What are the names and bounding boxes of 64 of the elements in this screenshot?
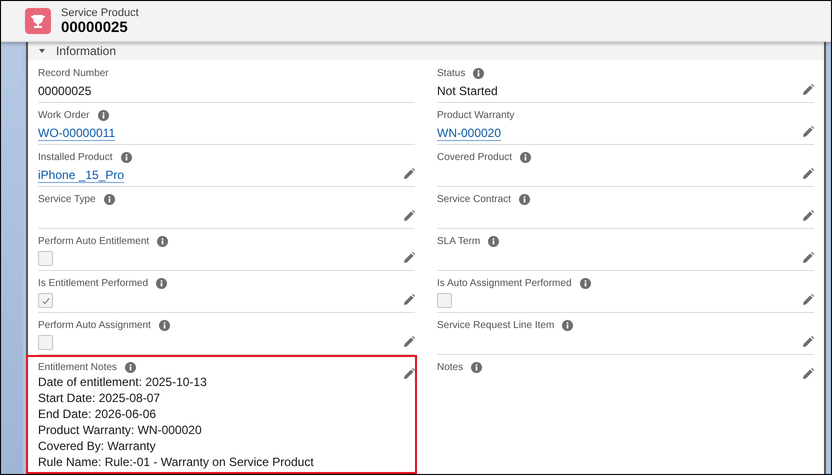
field-label: Record Number bbox=[38, 68, 109, 78]
note-line: Start Date: 2025-08-07 bbox=[38, 390, 162, 406]
field-label: Perform Auto Assignment bbox=[38, 320, 151, 330]
checkbox[interactable] bbox=[437, 293, 452, 308]
field-label: Work Order bbox=[38, 110, 90, 120]
field-label: SLA Term bbox=[437, 236, 480, 246]
info-icon[interactable] bbox=[473, 68, 484, 78]
field-label: Notes bbox=[437, 362, 464, 372]
pencil-icon[interactable] bbox=[802, 126, 814, 138]
pencil-icon[interactable] bbox=[802, 368, 814, 380]
note-line: Date of entitlement: 2025-10-13 bbox=[38, 374, 208, 390]
pencil-icon[interactable] bbox=[403, 168, 415, 180]
pencil-icon[interactable] bbox=[802, 84, 814, 96]
field-label: Product Warranty bbox=[437, 110, 514, 120]
section-header[interactable]: Information bbox=[28, 42, 824, 60]
pencil-icon[interactable] bbox=[802, 336, 814, 348]
field-label: Installed Product bbox=[38, 152, 112, 162]
info-icon[interactable] bbox=[580, 278, 591, 288]
info-icon[interactable] bbox=[158, 320, 170, 330]
info-icon[interactable] bbox=[98, 110, 108, 120]
field-label: Perform Auto Entitlement bbox=[38, 236, 150, 246]
pencil-icon[interactable] bbox=[403, 336, 415, 348]
info-icon[interactable] bbox=[104, 194, 115, 204]
checkbox[interactable] bbox=[38, 293, 53, 308]
record-title: 00000025 bbox=[61, 18, 129, 36]
info-icon[interactable] bbox=[120, 152, 132, 162]
info-icon[interactable] bbox=[156, 278, 168, 288]
info-icon[interactable] bbox=[520, 152, 532, 162]
pencil-icon[interactable] bbox=[802, 294, 814, 306]
field-label: Covered Product bbox=[437, 152, 512, 162]
pencil-icon[interactable] bbox=[802, 210, 814, 222]
info-icon[interactable] bbox=[562, 320, 574, 330]
field-value: Not Started bbox=[437, 83, 498, 100]
note-line: Covered By: Warranty bbox=[38, 438, 157, 454]
field-label: Service Contract bbox=[437, 194, 511, 204]
record-link[interactable]: iPhone _15_Pro bbox=[38, 167, 124, 184]
record-link[interactable]: WN-000020 bbox=[437, 125, 502, 142]
pencil-icon[interactable] bbox=[802, 252, 814, 264]
checkbox[interactable] bbox=[38, 335, 53, 350]
field-label: Service Type bbox=[38, 194, 96, 204]
field-label: Status bbox=[437, 68, 466, 78]
field-label: Service Request Line Item bbox=[437, 320, 554, 330]
info-icon[interactable] bbox=[488, 236, 500, 246]
check-icon bbox=[40, 296, 50, 306]
field-label: Entitlement Notes bbox=[38, 362, 117, 372]
pencil-icon[interactable] bbox=[403, 210, 415, 222]
pencil-icon[interactable] bbox=[403, 368, 415, 380]
field-value: 00000025 bbox=[38, 83, 92, 100]
note-line: Rule Name: Rule:-01 - Warranty on Service Product bbox=[38, 454, 314, 470]
trophy-icon bbox=[25, 8, 51, 34]
info-icon[interactable] bbox=[124, 362, 136, 372]
field-label: Is Entitlement Performed bbox=[38, 278, 148, 288]
note-line: End Date: 2026-06-06 bbox=[38, 406, 158, 422]
record-link[interactable]: WO-00000011 bbox=[38, 125, 116, 142]
pencil-icon[interactable] bbox=[403, 252, 415, 264]
pencil-icon[interactable] bbox=[403, 294, 415, 306]
object-type: Service Product bbox=[61, 6, 139, 18]
info-icon[interactable] bbox=[157, 236, 168, 246]
field-label: Is Auto Assignment Performed bbox=[437, 278, 572, 288]
pencil-icon[interactable] bbox=[802, 168, 814, 180]
note-line: Product Warranty: WN-000020 bbox=[38, 422, 203, 438]
info-icon[interactable] bbox=[518, 194, 530, 204]
checkbox[interactable] bbox=[38, 251, 53, 266]
info-icon[interactable] bbox=[471, 362, 482, 372]
